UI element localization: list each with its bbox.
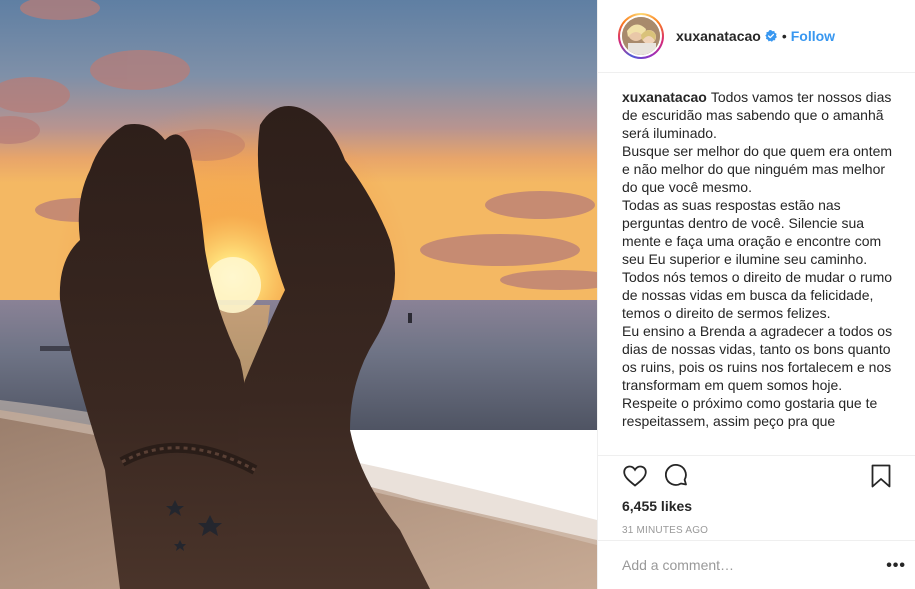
caption-paragraph-2: Busque ser melhor do que quem era ontem … <box>622 143 893 195</box>
avatar-image <box>622 17 660 55</box>
post-photo[interactable] <box>0 0 597 589</box>
action-bar: 6,455 likes 31 MINUTES AGO <box>598 455 915 551</box>
header-separator: • <box>781 28 787 44</box>
avatar-border <box>620 15 662 57</box>
likes-count[interactable]: 6,455 likes <box>622 498 892 514</box>
bookmark-icon[interactable] <box>868 463 894 489</box>
sunset-hands-image <box>0 0 597 589</box>
instagram-post: xuxanatacao • Follow xuxanatacao Todos va… <box>0 0 915 589</box>
heart-icon[interactable] <box>622 463 648 489</box>
caption: xuxanatacao Todos vamos ter nossos dias d… <box>622 88 896 430</box>
caption-paragraph-3: Todas as suas respostas estão nas pergun… <box>622 197 882 267</box>
comment-icon[interactable] <box>664 463 690 489</box>
caption-paragraph-6: Respeite o próximo como gostaria que te … <box>622 395 878 429</box>
caption-paragraph-4: Todos nós temos o direito de mudar o rum… <box>622 269 893 321</box>
caption-paragraph-5: Eu ensino a Brenda a agradecer a todos o… <box>622 323 893 393</box>
comment-bar: ••• <box>598 540 915 589</box>
post-header: xuxanatacao • Follow <box>598 0 915 73</box>
avatar[interactable] <box>622 17 660 55</box>
more-options-button[interactable]: ••• <box>886 557 906 575</box>
story-ring[interactable] <box>618 13 664 59</box>
verified-badge-icon <box>765 30 777 42</box>
caption-paragraph-1: xuxanatacao Todos vamos ter nossos dias d… <box>622 88 896 142</box>
comment-input[interactable] <box>622 557 852 573</box>
header-username[interactable]: xuxanatacao <box>676 28 761 44</box>
post-timestamp[interactable]: 31 MINUTES AGO <box>622 525 892 536</box>
follow-button[interactable]: Follow <box>791 28 835 44</box>
caption-scroll-area[interactable]: xuxanatacao Todos vamos ter nossos dias d… <box>598 74 915 454</box>
action-icons <box>622 456 892 496</box>
post-side-panel: xuxanatacao • Follow xuxanatacao Todos va… <box>597 0 915 589</box>
caption-username[interactable]: xuxanatacao <box>622 89 707 105</box>
